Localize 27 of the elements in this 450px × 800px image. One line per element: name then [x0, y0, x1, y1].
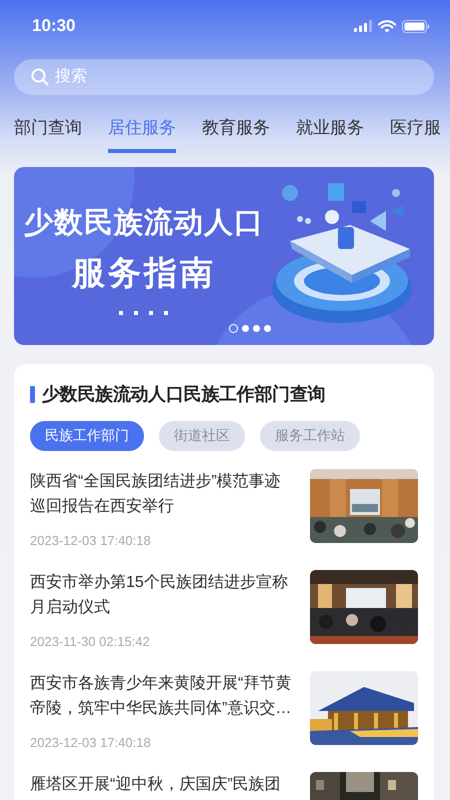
tab[interactable]: 就业服务 — [296, 116, 364, 153]
banner-title: 少数民族流动人口 — [24, 206, 264, 241]
section-title: 少数民族流动人口民族工作部门查询 — [42, 383, 326, 406]
carousel-dot[interactable] — [229, 324, 238, 333]
news-title[interactable]: 陕西省“全国民族团结进步”模范事迹巡回报告在西安举行 — [30, 469, 293, 519]
battery-icon — [402, 20, 430, 32]
dots-decoration-icon — [119, 311, 169, 316]
wifi-icon — [378, 20, 396, 32]
news-title[interactable]: 雁塔区开展“迎中秋，庆国庆”民族团 — [30, 772, 293, 797]
signal-icon — [354, 20, 372, 32]
carousel-dot[interactable] — [264, 325, 271, 332]
tab[interactable]: 部门查询 — [14, 116, 82, 153]
news-date: 2023-12-03 17:40:18 — [30, 533, 152, 548]
search-icon — [31, 68, 49, 86]
tab[interactable]: 教育服务 — [202, 116, 270, 153]
news-date: 2023-11-30 02:15:42 — [30, 634, 151, 649]
banner-subtitle: 服务指南 — [72, 253, 216, 293]
banner[interactable]: 少数民族流动人口 服务指南 — [14, 167, 434, 345]
news-title[interactable]: 西安市各族青少年来黄陵开展“拜节黄帝陵，筑牢中华民族共同体”意识交… — [30, 671, 293, 721]
news-date: 2023-12-03 17:40:18 — [30, 735, 152, 750]
tab[interactable]: 医疗服 — [390, 116, 441, 153]
filter-chip[interactable]: 民族工作部门 — [30, 421, 144, 451]
carousel-dot[interactable] — [242, 325, 249, 332]
carousel-dot[interactable] — [253, 325, 260, 332]
status-time: 10:30 — [32, 16, 76, 36]
accent-bar — [30, 386, 35, 402]
news-title[interactable]: 西安市举办第15个民族团结进步宣称月启动仪式 — [30, 570, 293, 620]
